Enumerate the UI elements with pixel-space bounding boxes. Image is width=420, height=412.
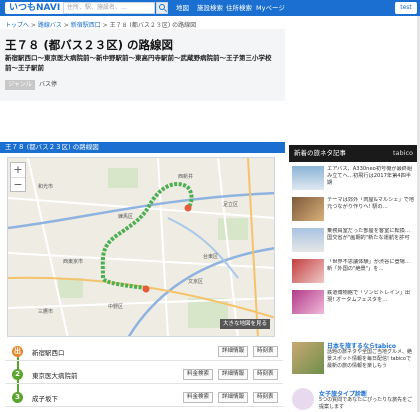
article-title[interactable]: 「世界不思議体験」が渋谷に登場…新「外国の"絶景"」を… — [327, 259, 415, 285]
article-item[interactable]: エアバス、A330neo初号機が最終組み立てへ…初飛行は2017年第4四半期 — [289, 164, 417, 194]
timetable-button[interactable]: 時刻表 — [253, 346, 278, 357]
svg-text:西東京市: 西東京市 — [63, 258, 83, 265]
stop-number-icon: 3 — [12, 392, 23, 403]
stop-row: 2 東京医大病院前 料金検索 詳細情報 時刻表 — [5, 366, 283, 384]
breadcrumb-current: 王７８ (都バス２３区) の路線図 — [109, 22, 197, 29]
zoom-in-button[interactable]: + — [11, 163, 25, 177]
svg-text:練馬区: 練馬区 — [118, 213, 133, 220]
tabico-banner[interactable]: 日本を旅するならtabico 話題の旅ネタや全国ご当地グルメ、絶景スポット情報を… — [289, 337, 417, 382]
article-title[interactable]: 鉄道博物館で「ゾンビトレイン」出現! オータムフェスタを… — [327, 290, 415, 316]
stop-name[interactable]: 成子坂下 — [32, 393, 58, 403]
timetable-button[interactable]: 時刻表 — [253, 369, 278, 380]
detail-button[interactable]: 詳細情報 — [218, 369, 249, 380]
timetable-button[interactable]: 時刻表 — [253, 392, 278, 403]
svg-text:台東区: 台東区 — [203, 253, 218, 260]
page-title: 王７８ (都バス２３区) の路線図 — [5, 38, 174, 52]
top-header: いつもNAVI 住所、駅、施設名、… 地図 施設検索 住所検索 Myページ te… — [0, 0, 420, 16]
map-section-heading: 王７８ (都バス２３区) の路線図 — [0, 142, 285, 153]
quiz-banner[interactable]: 女子旅タイプ診断 5つの質問であなたにぴったりな旅先をご提案します — [289, 385, 417, 412]
sidebar-heading: 新着の旅ネタ記事 tabico — [289, 145, 417, 162]
view-large-map-button[interactable]: 大きな地図を見る — [220, 319, 270, 329]
search-button[interactable] — [156, 2, 168, 14]
tabico-logo[interactable]: tabico — [393, 145, 413, 162]
banner-text: 話題の旅ネタや全国ご当地グルメ、絶景スポット情報を毎日配信! tabicoで最新… — [327, 349, 413, 369]
route-subtitle: 新宿駅西口〜東京医大病院前〜新中野駅前〜東高円寺駅前〜武蔵野病院前〜王子第三小学… — [5, 54, 272, 72]
svg-text:中野区: 中野区 — [108, 303, 123, 310]
article-item[interactable]: 「世界不思議体験」が渋谷に登場…新「外国の"絶景"」を… — [289, 257, 417, 287]
genre-value[interactable]: バス停 — [39, 80, 57, 90]
svg-text:西新井: 西新井 — [178, 173, 193, 180]
article-title[interactable]: 乗務員室だった部屋を客室に転換…国交省が"画期的"新たな運航を許可 — [327, 228, 415, 254]
article-item[interactable]: 乗務員室だった部屋を客室に転換…国交省が"画期的"新たな運航を許可 — [289, 226, 417, 256]
article-thumbnail — [292, 228, 324, 252]
map-zoom-control: + − — [10, 162, 26, 192]
svg-text:足立区: 足立区 — [223, 201, 238, 208]
breadcrumb-stop[interactable]: 新宿駅西口 — [71, 22, 101, 29]
breadcrumb-bus[interactable]: 路線バス — [38, 22, 62, 29]
stop-number-icon: 2 — [12, 369, 23, 380]
nav-facility-search[interactable]: 施設検索 — [197, 3, 223, 13]
departure-icon: 出 — [12, 346, 23, 357]
banner-image — [292, 342, 324, 374]
svg-text:三鷹市: 三鷹市 — [38, 308, 53, 315]
site-logo[interactable]: いつもNAVI — [5, 2, 65, 14]
search-input[interactable]: 住所、駅、施設名、… — [63, 2, 155, 14]
breadcrumb-top[interactable]: トップへ — [5, 22, 29, 29]
article-title[interactable]: テーマは郊外「肉屋&マルシェ」で地元つながり作りへ! 駅の… — [327, 197, 415, 223]
svg-text:文京区: 文京区 — [188, 278, 203, 285]
route-map[interactable]: 和光市 西新井 足立区 練馬区 台東区 西東京市 中野区 三鷹市 文京区 — [7, 157, 275, 337]
nav-mypage[interactable]: Myページ — [256, 3, 285, 13]
article-item[interactable]: 鉄道博物館で「ゾンビトレイン」出現! オータムフェスタを… — [289, 288, 417, 318]
svg-text:和光市: 和光市 — [38, 183, 53, 190]
detail-button[interactable]: 詳細情報 — [218, 392, 249, 403]
fare-search-button[interactable]: 料金検索 — [183, 392, 214, 403]
stop-row: 3 成子坂下 料金検索 詳細情報 時刻表 — [5, 389, 283, 407]
sidebar-heading-text: 新着の旅ネタ記事 — [294, 149, 346, 157]
genre-tag: ジャンル — [5, 80, 35, 90]
banner-text: 5つの質問であなたにぴったりな旅先をご提案します — [319, 397, 413, 410]
article-thumbnail — [292, 166, 324, 190]
article-title[interactable]: エアバス、A330neo初号機が最終組み立てへ…初飛行は2017年第4四半期 — [327, 166, 415, 192]
fare-search-button[interactable]: 料金検索 — [183, 369, 214, 380]
nav-address-search[interactable]: 住所検索 — [226, 3, 252, 13]
stop-name[interactable]: 新宿駅西口 — [32, 347, 65, 357]
user-menu-button[interactable]: test — [395, 2, 417, 14]
banner-image — [292, 388, 314, 410]
detail-button[interactable]: 詳細情報 — [218, 346, 249, 357]
article-thumbnail — [292, 259, 324, 283]
article-thumbnail — [292, 290, 324, 314]
article-thumbnail — [292, 197, 324, 221]
nav-map[interactable]: 地図 — [176, 3, 189, 13]
map-canvas: 和光市 西新井 足立区 練馬区 台東区 西東京市 中野区 三鷹市 文京区 — [8, 158, 274, 336]
breadcrumb: トップへ > 路線バス > 新宿駅西口 > 王７８ (都バス２３区) の路線図 — [5, 22, 197, 29]
article-item[interactable]: テーマは郊外「肉屋&マルシェ」で地元つながり作りへ! 駅の… — [289, 195, 417, 225]
stop-name[interactable]: 東京医大病院前 — [32, 370, 78, 380]
stop-row: 出 新宿駅西口 詳細情報 時刻表 — [5, 343, 283, 361]
zoom-out-button[interactable]: − — [11, 177, 25, 191]
